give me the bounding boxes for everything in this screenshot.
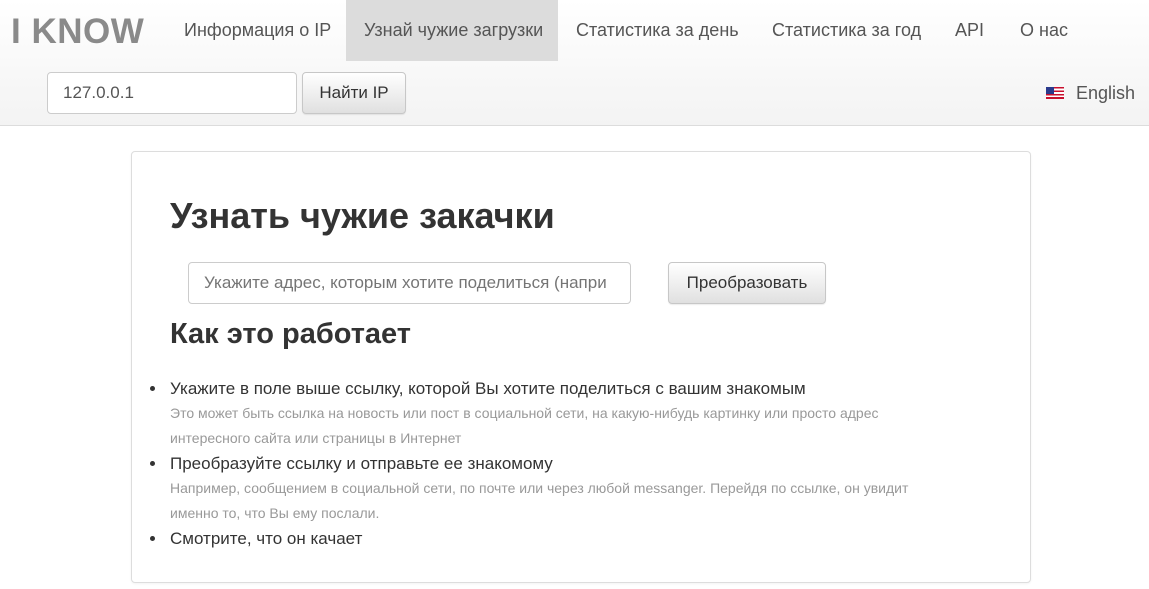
nav-other-downloads[interactable]: Узнай чужие загрузки [346,0,558,61]
language-label: English [1076,82,1136,103]
bullet-icon [150,461,155,466]
step-title: Укажите в поле выше ссылку, которой Вы х… [170,379,806,398]
ip-search-input[interactable] [47,72,297,114]
us-flag-icon [1046,87,1064,99]
list-item: Смотрите, что он качает [150,526,990,551]
find-ip-button[interactable]: Найти IP [302,72,406,114]
how-it-works-title: Как это работает [170,318,412,350]
nav-yearly-stats[interactable]: Статистика за год [754,0,939,61]
bullet-icon [150,386,155,391]
navbar: I KNOW Информация о IP Узнай чужие загру… [0,0,1149,126]
convert-button[interactable]: Преобразовать [668,262,826,304]
main-panel: Узнать чужие закачки Преобразовать Как э… [131,151,1031,583]
logo[interactable]: I KNOW [11,12,144,52]
language-switcher[interactable]: English [1046,80,1135,106]
step-description: Например, сообщением в социальной сети, … [170,480,909,521]
page-title: Узнать чужие закачки [170,195,555,236]
step-title: Преобразуйте ссылку и отправьте ее знако… [170,454,553,473]
list-item: Укажите в поле выше ссылку, которой Вы х… [150,376,990,451]
nav-api[interactable]: API [937,0,1002,61]
step-description: Это может быть ссылка на новость или пос… [170,405,879,446]
list-item: Преобразуйте ссылку и отправьте ее знако… [150,451,990,526]
bullet-icon [150,536,155,541]
steps-list: Укажите в поле выше ссылку, которой Вы х… [150,376,990,551]
nav-ip-info[interactable]: Информация о IP [166,0,349,61]
step-title: Смотрите, что он качает [170,529,363,548]
nav-about[interactable]: О нас [1002,0,1086,61]
url-input[interactable] [188,262,631,304]
nav-daily-stats[interactable]: Статистика за день [558,0,757,61]
